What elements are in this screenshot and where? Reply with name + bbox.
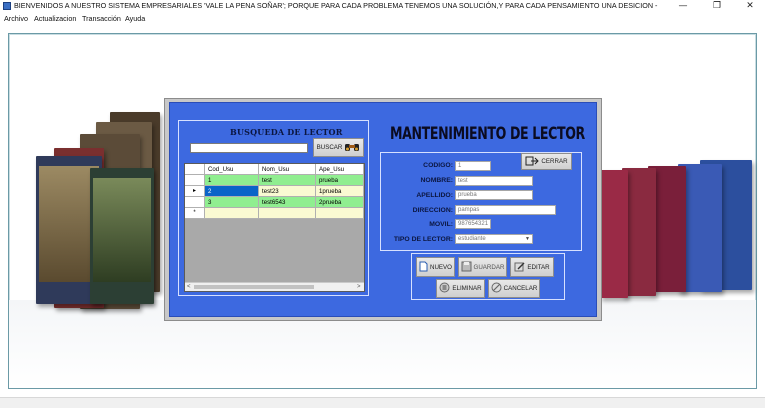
cerrar-label: CERRAR [541,158,568,165]
nombre-field[interactable]: test [455,176,533,186]
row-header[interactable] [185,175,205,186]
column-header-cod[interactable]: Cod_Usu [205,164,259,175]
minimize-button[interactable]: — [668,0,698,13]
apellido-field[interactable]: prueba [455,190,533,200]
codigo-label: CODIGO: [423,162,453,169]
app-window: BIENVENIDOS A NUESTRO SISTEMA EMPRESARIA… [0,0,765,408]
guardar-button[interactable]: GUARDAR [458,257,507,277]
cell-ape[interactable]: prueba [316,175,364,186]
cell-new[interactable] [316,208,364,219]
column-header-ape[interactable]: Ape_Usu [316,164,364,175]
chevron-down-icon[interactable]: ▼ [525,235,530,243]
cell-new[interactable] [205,208,259,219]
buscar-label: BUSCAR [316,144,343,151]
cell-cod[interactable]: 3 [205,197,259,208]
book [600,170,628,298]
row-header-new[interactable]: * [185,208,205,219]
save-icon [461,261,472,274]
guardar-label: GUARDAR [473,263,505,271]
search-input[interactable] [190,143,308,153]
direccion-field[interactable]: pampas [455,205,556,215]
tipo-lector-select[interactable]: estudiante ▼ [455,234,533,244]
app-icon [3,2,11,10]
cell-ape[interactable]: 1prueba [316,186,364,197]
grid-horizontal-scrollbar[interactable]: < > [185,282,364,291]
search-title: BUSQUEDA DE LECTOR [230,127,343,137]
exit-icon [525,156,540,168]
eliminar-button[interactable]: ELIMINAR [436,279,485,298]
book [90,168,154,304]
tipo-lector-value: estudiante [458,236,486,242]
codigo-field[interactable]: 1 [455,161,491,171]
nuevo-label: NUEVO [429,263,452,271]
close-window-button[interactable]: ✕ [735,0,765,13]
menu-ayuda[interactable]: Ayuda [125,13,145,24]
cancelar-button[interactable]: CANCELAR [488,279,540,298]
tipo-lector-label: TIPO DE LECTOR: [393,236,453,243]
eliminar-label: ELIMINAR [452,285,482,292]
window-title: BIENVENIDOS A NUESTRO SISTEMA EMPRESARIA… [14,1,658,10]
cell-nom[interactable]: test23 [259,186,316,197]
cerrar-button[interactable]: CERRAR [521,153,572,170]
form-title: MANTENIMIENTO DE LECTOR [390,124,585,144]
scroll-right-icon[interactable]: > [357,283,361,291]
cell-ape[interactable]: 2prueba [316,197,364,208]
edit-icon [514,261,525,274]
cell-new[interactable] [259,208,316,219]
cell-nom[interactable]: test [259,175,316,186]
grid-corner-cell [185,164,205,175]
movil-field[interactable]: 987654321 [455,219,491,229]
nombre-label: NOMBRE: [420,177,453,184]
lector-grid[interactable]: Cod_Usu Nom_Usu Ape_Usu 1 test prueba ▸ … [184,163,365,292]
delete-icon [439,282,450,295]
apellido-label: APELLIDO: [416,192,453,199]
menu-actualizacion[interactable]: Actualizacion [34,13,76,24]
nuevo-button[interactable]: NUEVO [416,257,455,277]
new-document-icon [419,261,428,274]
book-cover [93,178,151,282]
column-header-nom[interactable]: Nom_Usu [259,164,316,175]
cell-cod[interactable]: 1 [205,175,259,186]
scroll-left-icon[interactable]: < [187,283,191,291]
buscar-button[interactable]: BUSCAR [313,138,364,157]
menu-transaccion[interactable]: Transacción [82,13,121,24]
movil-label: MOVIL: [429,221,453,228]
direccion-label: DIRECCION: [412,207,453,214]
row-header[interactable] [185,197,205,208]
cell-nom[interactable]: test6543 [259,197,316,208]
binoculars-icon [344,141,360,154]
scrollbar-thumb[interactable] [194,285,314,289]
status-bar [0,397,765,408]
editar-label: EDITAR [527,263,550,271]
title-bar[interactable]: BIENVENIDOS A NUESTRO SISTEMA EMPRESARIA… [0,0,765,13]
grid-header-row: Cod_Usu Nom_Usu Ape_Usu [185,164,364,175]
row-header-current[interactable]: ▸ [185,186,205,197]
cancelar-label: CANCELAR [503,285,538,292]
editar-button[interactable]: EDITAR [510,257,554,277]
menu-archivo[interactable]: Archivo [4,13,28,24]
restore-button[interactable]: ❐ [702,0,732,13]
cancel-icon [491,282,502,295]
menu-bar: Archivo Actualizacion Transacción Ayuda [0,13,765,24]
cell-cod-selected[interactable]: 2 [205,186,259,197]
